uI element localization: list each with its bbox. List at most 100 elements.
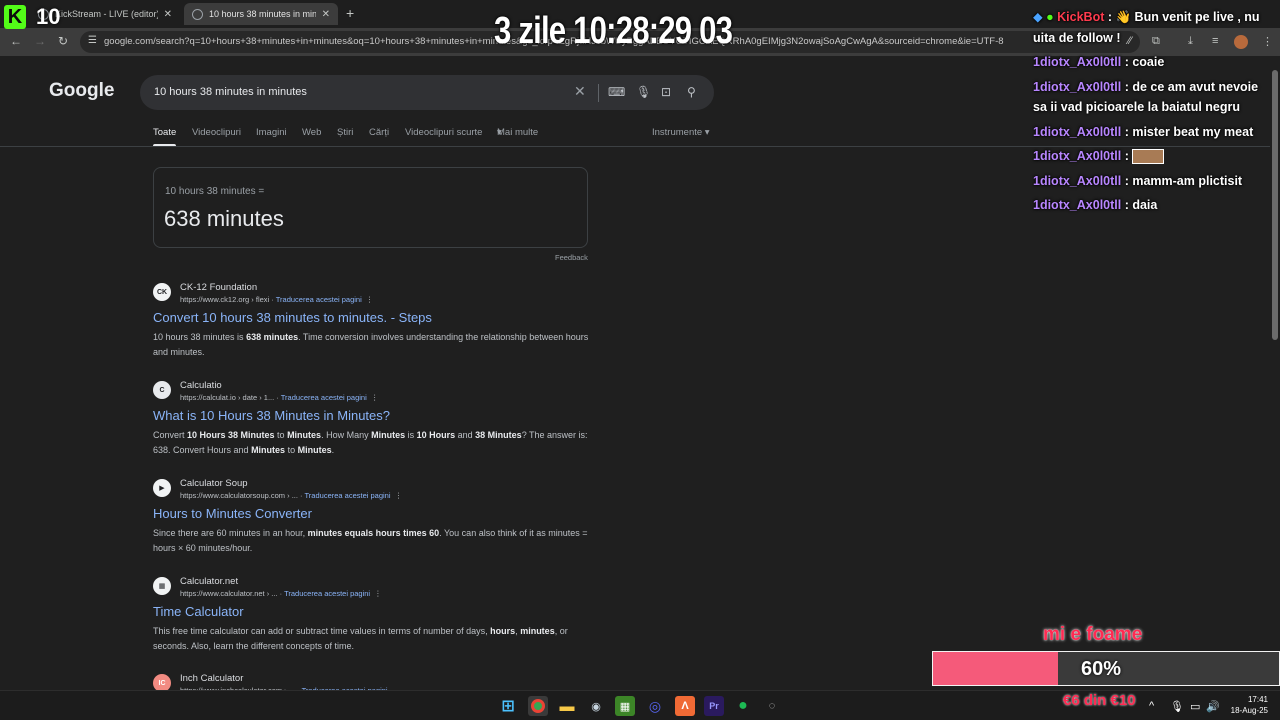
search-box[interactable]: 10 hours 38 minutes in minutes ✕ ⌨ 🎙 ⊡ ⚲ bbox=[140, 75, 714, 110]
tab-all[interactable]: Toate bbox=[153, 127, 176, 138]
monitor-icon[interactable]: ▭ bbox=[1190, 700, 1200, 713]
result-title-link[interactable]: Convert 10 hours 38 minutes to minutes. … bbox=[153, 310, 432, 325]
google-logo[interactable]: Google bbox=[49, 80, 114, 102]
result-site-name[interactable]: Calculatio bbox=[180, 380, 222, 391]
chat-message: ◆ ● KickBot : 👋 Bun venit pe live , nu bbox=[1033, 8, 1260, 27]
result-site-name[interactable]: Calculator Soup bbox=[180, 478, 248, 489]
microphone-tray-icon[interactable]: 🎙 bbox=[1170, 700, 1184, 713]
conversion-answer-card: 10 hours 38 minutes = 638 minutes bbox=[153, 167, 588, 248]
tab-close-icon[interactable]: ✕ bbox=[164, 9, 172, 20]
chat-message: 1diotx_Ax0l0tll : de ce am avut nevoie bbox=[1033, 78, 1258, 97]
tab-google-search[interactable]: 10 hours 38 minutes in minutes ✕ bbox=[184, 3, 338, 25]
obs-icon[interactable]: ◌ bbox=[762, 696, 782, 716]
tab-title: KickStream - LIVE (editor) bbox=[55, 9, 158, 19]
microphone-icon[interactable]: 🎙 bbox=[636, 85, 651, 99]
tab-images[interactable]: Imagini bbox=[256, 127, 287, 138]
discord-icon[interactable]: ◎ bbox=[645, 696, 665, 716]
file-explorer-icon[interactable]: ▬ bbox=[557, 696, 577, 716]
result-title-link[interactable]: What is 10 Hours 38 Minutes in Minutes? bbox=[153, 408, 390, 423]
result-cite: https://www.calculator.net › ... · Tradu… bbox=[180, 589, 382, 598]
tray-overflow-icon[interactable]: ^ bbox=[1149, 700, 1154, 712]
feedback-link[interactable]: Feedback bbox=[555, 253, 588, 262]
app-launcher-icon[interactable]: Ʌ bbox=[675, 696, 695, 716]
tab-short-videos[interactable]: Videoclipuri scurte bbox=[405, 127, 482, 138]
chrome-icon[interactable] bbox=[528, 696, 548, 716]
translate-link[interactable]: Traducerea acestei pagini bbox=[281, 393, 367, 402]
search-divider bbox=[598, 84, 599, 102]
extensions-icon[interactable]: ⧉ bbox=[1152, 35, 1160, 48]
result-favicon-icon: ▦ bbox=[153, 577, 171, 595]
site-info-icon[interactable]: ☰ bbox=[88, 35, 97, 46]
download-icon[interactable]: ⤓ bbox=[1188, 35, 1193, 48]
result-title-link[interactable]: Hours to Minutes Converter bbox=[153, 506, 312, 521]
chat-username: 1diotx_Ax0l0tll bbox=[1033, 174, 1122, 188]
translate-link[interactable]: Traducerea acestei pagini bbox=[284, 589, 370, 598]
volume-icon[interactable]: 🔊 bbox=[1206, 700, 1220, 713]
chat-message: 1diotx_Ax0l0tll : mamm-am plictisit bbox=[1033, 172, 1242, 191]
result-url: https://www.ck12.org › flexi bbox=[180, 295, 270, 304]
camera-lens-icon[interactable]: ⊡ bbox=[661, 85, 671, 99]
profile-avatar[interactable] bbox=[1234, 35, 1248, 49]
premiere-pro-icon[interactable]: Pr bbox=[704, 696, 724, 716]
reading-list-icon[interactable]: ≡ bbox=[1212, 35, 1218, 47]
forward-arrow-icon[interactable]: → bbox=[34, 34, 46, 48]
chat-indicator-icon[interactable]: ⁄⁄ bbox=[1128, 35, 1132, 47]
tab-videos[interactable]: Videoclipuri bbox=[192, 127, 241, 138]
chat-message: 1diotx_Ax0l0tll : mister beat my meat bbox=[1033, 123, 1253, 142]
answer-result: 638 minutes bbox=[164, 206, 284, 231]
donation-goal-label: mi e foame bbox=[1043, 624, 1143, 645]
tab-news[interactable]: Știri bbox=[337, 127, 353, 138]
tab-more[interactable]: Mai multe ▾ bbox=[497, 127, 538, 138]
spotify-icon[interactable]: ● bbox=[733, 696, 753, 716]
result-url: https://www.calculator.net › ... bbox=[180, 589, 278, 598]
chat-username: 1diotx_Ax0l0tll bbox=[1033, 80, 1122, 94]
chat-message: sa ii vad picioarele la baiatul negru bbox=[1033, 98, 1240, 117]
chat-text: : bbox=[1121, 149, 1133, 163]
page-scrollbar[interactable] bbox=[1270, 56, 1280, 690]
chat-text: : mister beat my meat bbox=[1121, 125, 1254, 139]
result-snippet: 10 hours 38 minutes is 638 minutes. Time… bbox=[153, 332, 589, 357]
search-input[interactable]: 10 hours 38 minutes in minutes bbox=[154, 86, 307, 98]
search-icon[interactable]: ⚲ bbox=[687, 85, 696, 99]
scrollbar-thumb[interactable] bbox=[1272, 70, 1278, 340]
chat-message: 1diotx_Ax0l0tll : coaie bbox=[1033, 53, 1164, 72]
translate-link[interactable]: Traducerea acestei pagini bbox=[276, 295, 362, 304]
result-favicon-icon: ▶ bbox=[153, 479, 171, 497]
verified-icon: ● bbox=[1046, 10, 1054, 24]
donation-goal-bar: 60% bbox=[932, 651, 1280, 686]
result-site-name[interactable]: Calculator.net bbox=[180, 576, 238, 587]
chat-message: uita de follow ! bbox=[1033, 29, 1121, 48]
clear-search-icon[interactable]: ✕ bbox=[574, 83, 586, 100]
translate-link[interactable]: Traducerea acestei pagini bbox=[305, 491, 391, 500]
donation-goal-amount: €6 din €10 bbox=[1063, 692, 1136, 709]
steam-icon[interactable]: ◉ bbox=[586, 696, 606, 716]
result-cite: https://www.ck12.org › flexi · Traducere… bbox=[180, 295, 374, 304]
system-clock[interactable]: 17:41 18-Aug-25 bbox=[1226, 694, 1268, 716]
donation-goal-fill bbox=[933, 652, 1058, 685]
menu-dots-icon[interactable]: ⋮ bbox=[1262, 35, 1273, 48]
back-arrow-icon[interactable]: ← bbox=[10, 34, 22, 48]
result-url: https://calculat.io › date › 1... bbox=[180, 393, 275, 402]
chat-text: : daia bbox=[1121, 198, 1158, 212]
new-tab-plus-icon[interactable]: + bbox=[346, 5, 354, 21]
result-site-name[interactable]: CK-12 Foundation bbox=[180, 282, 257, 293]
tab-web[interactable]: Web bbox=[302, 127, 321, 138]
kick-bot-icon: ◆ bbox=[1033, 10, 1043, 24]
windows-start-icon[interactable]: ⊞ bbox=[498, 696, 518, 716]
chat-username: 1diotx_Ax0l0tll bbox=[1033, 149, 1122, 163]
result-title-link[interactable]: Time Calculator bbox=[153, 604, 244, 619]
result-site-name[interactable]: Inch Calculator bbox=[180, 673, 243, 684]
chat-username: 1diotx_Ax0l0tll bbox=[1033, 55, 1122, 69]
clock-date: 18-Aug-25 bbox=[1230, 706, 1268, 715]
result-snippet: Since there are 60 minutes in an hour, m… bbox=[153, 528, 588, 553]
tab-books[interactable]: Cărți bbox=[369, 127, 389, 138]
tools-menu[interactable]: Instrumente ▾ bbox=[652, 127, 710, 138]
minecraft-icon[interactable]: ▦ bbox=[615, 696, 635, 716]
chat-text: : mamm-am plictisit bbox=[1121, 174, 1243, 188]
reload-icon[interactable]: ↻ bbox=[58, 34, 68, 48]
keyboard-icon[interactable]: ⌨ bbox=[608, 85, 625, 99]
google-favicon-icon bbox=[192, 8, 203, 20]
chat-message: 1diotx_Ax0l0tll : bbox=[1033, 147, 1165, 166]
kick-follower-count: 10 bbox=[36, 4, 61, 29]
tab-close-icon[interactable]: ✕ bbox=[322, 9, 330, 20]
